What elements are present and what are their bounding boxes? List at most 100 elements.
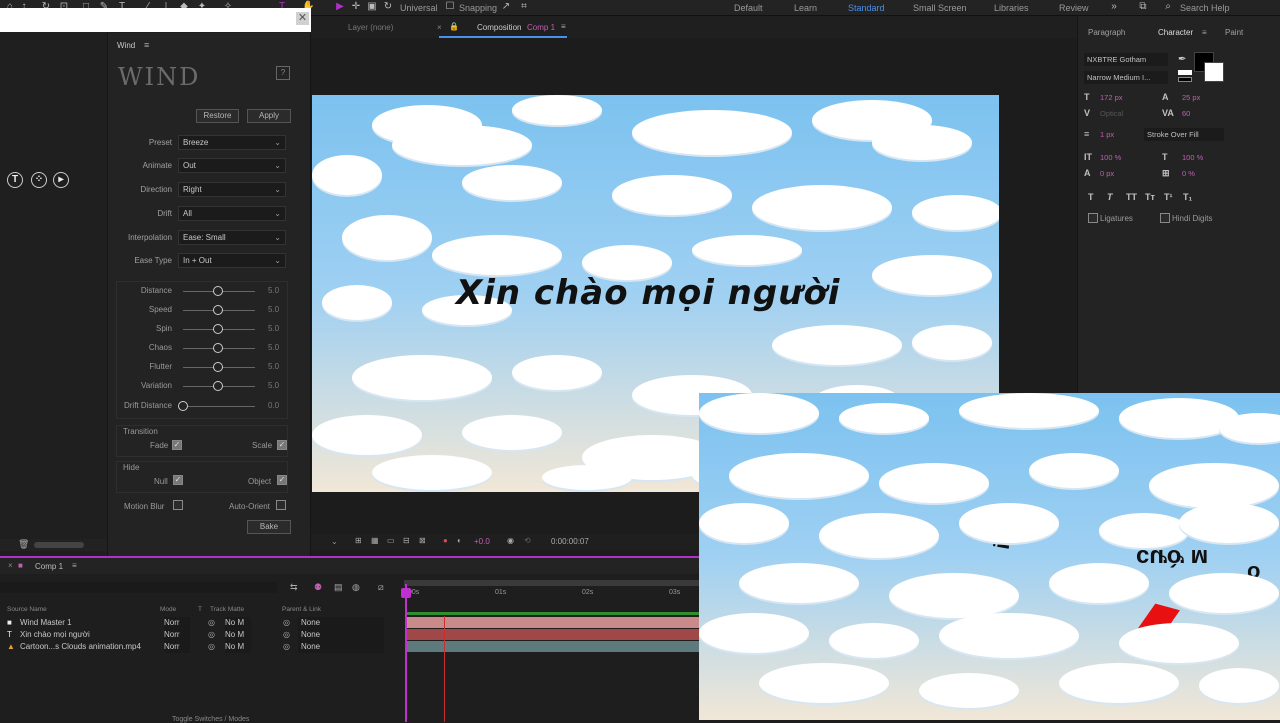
work-area-bar[interactable] <box>404 580 699 586</box>
speed-slider-knob[interactable] <box>213 305 223 315</box>
shy-icon[interactable]: ⚉ <box>314 582 322 593</box>
black-swatch[interactable] <box>1178 77 1192 82</box>
tab-paint[interactable]: Paint <box>1225 28 1243 37</box>
workspace-libraries[interactable]: Libraries <box>994 3 1029 13</box>
layer-name[interactable]: Cartoon...s Clouds animation.mp4 <box>20 641 141 653</box>
timeline-layer-row[interactable]: ▲ Cartoon...s Clouds animation.mp4 Norr … <box>0 641 400 653</box>
panel-menu-icon[interactable]: ≡ <box>144 40 149 50</box>
graph-editor-icon[interactable]: ⧄ <box>378 582 384 593</box>
grid-toggle-icon[interactable]: ⊠ <box>419 536 426 545</box>
tab-character[interactable]: Character <box>1158 28 1193 37</box>
preset-dropdown[interactable]: Breeze ⌄ <box>178 135 286 150</box>
timeline-search-input[interactable] <box>0 582 277 593</box>
snap-option-icon[interactable]: ↗ <box>500 1 512 13</box>
search-icon[interactable]: ⌕ <box>1162 1 1174 13</box>
restore-button[interactable]: Restore <box>196 109 239 123</box>
snap-box-icon[interactable]: ▣ <box>366 1 378 13</box>
stroke-width-value[interactable]: 1 px <box>1100 130 1114 139</box>
layer-duration-bar[interactable] <box>407 617 699 628</box>
stroke-color-swatch[interactable] <box>1204 62 1224 82</box>
project-scrollbar[interactable] <box>34 542 84 548</box>
motion-blur-checkbox[interactable] <box>173 500 183 510</box>
comp-menu-icon[interactable]: ≡ <box>561 22 566 31</box>
ligatures-checkbox[interactable] <box>1088 213 1098 223</box>
text-tool-icon[interactable]: T <box>7 172 23 188</box>
pickwhip-icon[interactable]: ◎ <box>283 617 290 629</box>
motion-blur-icon[interactable]: ◍ <box>352 582 360 593</box>
grid-icon[interactable]: ⁘ <box>31 172 47 188</box>
drift-dropdown[interactable]: All ⌄ <box>178 206 286 221</box>
layer-mode[interactable]: Norr <box>164 617 190 629</box>
snapshot-icon[interactable]: ◉ <box>507 536 514 545</box>
timeline-comp-tab[interactable]: Comp 1 <box>35 562 63 571</box>
stroke-type-field[interactable]: Stroke Over Fill <box>1144 128 1224 141</box>
snapping-checkbox[interactable]: ☐ <box>444 1 456 13</box>
guides-icon[interactable]: ⊟ <box>403 536 410 545</box>
tracking-value[interactable]: 60 <box>1182 109 1190 118</box>
color-channel-icon[interactable]: ● <box>443 536 448 545</box>
auto-orient-checkbox[interactable] <box>276 500 286 510</box>
layer-track-matte[interactable]: No M <box>225 641 251 653</box>
font-size-value[interactable]: 172 px <box>1100 93 1123 102</box>
drift-distance-slider-track[interactable] <box>183 406 255 407</box>
workspace-menu-icon[interactable]: » <box>1108 1 1120 13</box>
leading-value[interactable]: 25 px <box>1182 93 1200 102</box>
mask-icon[interactable]: ▭ <box>387 536 395 545</box>
chaos-slider-knob[interactable] <box>213 343 223 353</box>
layer-parent[interactable]: None <box>298 641 384 653</box>
kerning-value[interactable]: Optical <box>1100 109 1123 118</box>
comp-flowchart-icon[interactable]: ⇆ <box>290 582 298 593</box>
layer-mode[interactable]: Norr <box>164 629 190 641</box>
font-style-field[interactable]: Narrow Medium I... <box>1084 71 1168 84</box>
layer-name[interactable]: Xin chào mọi người <box>20 629 90 641</box>
workspace-small-screen[interactable]: Small Screen <box>913 3 967 13</box>
layer-parent[interactable]: None <box>298 629 384 641</box>
text-style-button-1[interactable]: T <box>1107 192 1113 202</box>
layer-name[interactable]: Wind Master 1 <box>20 617 72 629</box>
sync-icon[interactable]: ⧉ <box>1137 1 1149 13</box>
workspace-learn[interactable]: Learn <box>794 3 817 13</box>
universal-rotate-icon[interactable]: ↻ <box>382 1 394 13</box>
timeline-layer-row[interactable]: ■ Wind Master 1 Norr ◎ No M ◎ None <box>0 617 400 629</box>
vertical-scale-value[interactable]: 100 % <box>1100 153 1121 162</box>
tab-paragraph[interactable]: Paragraph <box>1088 28 1125 37</box>
timecode-display[interactable]: 0:00:00:07 <box>551 537 589 546</box>
pickwhip-icon[interactable]: ◎ <box>283 629 290 641</box>
hindi-digits-checkbox[interactable] <box>1160 213 1170 223</box>
text-style-button-5[interactable]: T₁ <box>1183 192 1192 202</box>
scale-checkbox[interactable]: ✓ <box>277 440 287 450</box>
drift-distance-slider-knob[interactable] <box>178 401 188 411</box>
resolution-chevron-icon[interactable]: ⌄ <box>331 537 338 546</box>
baseline-shift-value[interactable]: 0 px <box>1100 169 1114 178</box>
text-style-button-2[interactable]: TT <box>1126 192 1137 202</box>
snap-option2-icon[interactable]: ⌗ <box>518 1 530 13</box>
move-anchor-icon[interactable]: ✛ <box>350 1 362 13</box>
layer-duration-bar[interactable] <box>407 641 699 652</box>
char-menu-icon[interactable]: ≡ <box>1202 28 1207 37</box>
playhead[interactable] <box>405 584 407 722</box>
lock-icon[interactable]: 🔒 <box>449 22 459 31</box>
distance-slider-knob[interactable] <box>213 286 223 296</box>
workspace-review[interactable]: Review <box>1059 3 1089 13</box>
transparency-icon[interactable]: ▦ <box>371 536 379 545</box>
text-style-button-3[interactable]: Tт <box>1145 192 1155 202</box>
text-style-button-4[interactable]: T¹ <box>1164 192 1173 202</box>
region-icon[interactable]: ⊞ <box>355 536 362 545</box>
layer-parent[interactable]: None <box>298 617 384 629</box>
horizontal-scale-value[interactable]: 100 % <box>1182 153 1203 162</box>
show-snapshot-icon[interactable]: ⟲ <box>524 536 531 545</box>
bake-button[interactable]: Bake <box>247 520 291 534</box>
tab-close-icon[interactable]: × <box>437 23 442 32</box>
object-checkbox[interactable]: ✓ <box>277 475 287 485</box>
help-button[interactable]: ? <box>276 66 290 80</box>
exposure-icon[interactable]: ◐ <box>457 536 462 545</box>
exposure-value[interactable]: +0.0 <box>474 537 490 546</box>
tab-close-icon-2[interactable]: × <box>8 561 13 570</box>
layer-track-matte[interactable]: No M <box>225 617 251 629</box>
frame-blend-icon[interactable]: ▤ <box>334 582 343 593</box>
layer-duration-bar[interactable] <box>407 629 699 640</box>
fade-checkbox[interactable]: ✓ <box>172 440 182 450</box>
animate-dropdown[interactable]: Out ⌄ <box>178 158 286 173</box>
spin-slider-knob[interactable] <box>213 324 223 334</box>
font-family-field[interactable]: NXBTRE Gotham <box>1084 53 1168 66</box>
